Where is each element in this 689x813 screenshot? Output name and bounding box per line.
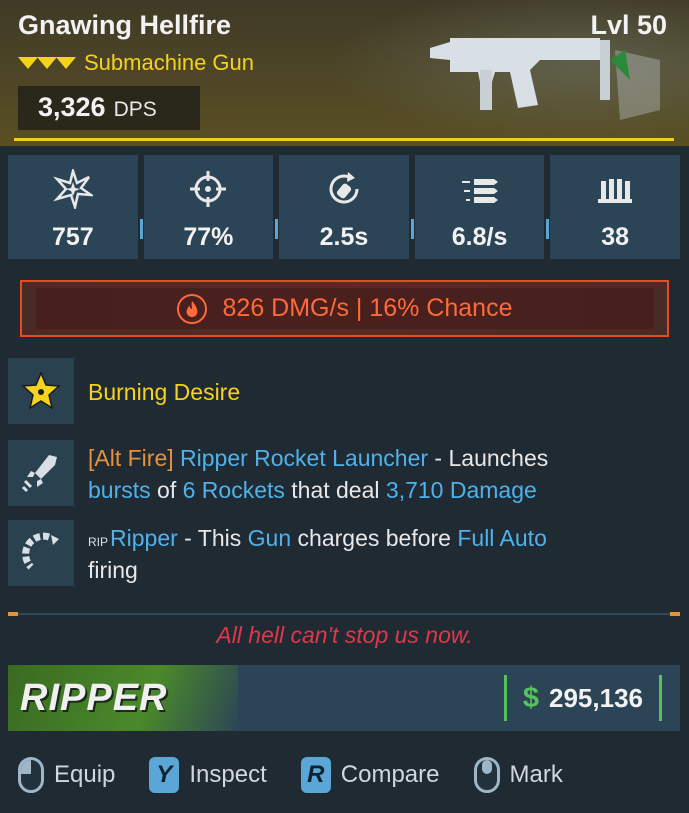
fire-element-icon [176, 293, 207, 324]
stat-magazine: 38 [550, 155, 680, 259]
perk-ripper-text: RIPRipper - This Gun charges before Full… [88, 522, 547, 586]
stat-accuracy: 77% [143, 155, 278, 259]
action-bar: Equip Y Inspect R Compare Mark [0, 745, 689, 805]
stats-row: 757 77% 2.5s 6.8/s 38 [8, 155, 680, 259]
manufacturer-name: RIPPER [20, 677, 168, 719]
dps-box: 3,326 DPS [18, 86, 200, 130]
stat-fire-rate-value: 6.8/s [451, 223, 508, 251]
inspect-action[interactable]: Y Inspect [149, 757, 267, 793]
perk3-text-c: firing [88, 557, 138, 584]
rocket-launcher-icon [8, 440, 74, 506]
compare-label: Compare [340, 761, 440, 788]
fire-rate-icon [461, 179, 498, 203]
rocket-damage-value: 3,710 Damage [385, 477, 537, 504]
left-mouse-icon [18, 757, 44, 793]
stat-fire-rate: 6.8/s [414, 155, 549, 259]
y-key-icon: Y [149, 757, 180, 793]
manufacturer-bar: RIPPER $ 295,136 [8, 665, 680, 731]
elemental-inner: 826 DMG/s | 16% Chance [36, 288, 653, 329]
stat-damage-value: 757 [51, 223, 94, 251]
bursts-term: bursts [88, 477, 151, 504]
weapon-image [430, 38, 660, 120]
price-value: 295,136 [549, 682, 643, 713]
perk-burning-desire: Burning Desire [8, 358, 240, 424]
section-divider [8, 612, 680, 616]
perk3-text-b: charges before [291, 525, 458, 551]
mark-action[interactable]: Mark [473, 757, 563, 793]
stat-magazine-value: 38 [601, 223, 630, 251]
ripper-term: Ripper [110, 525, 178, 551]
dps-value: 3,326 [38, 92, 106, 122]
r-key-icon: R [300, 757, 331, 793]
full-auto-term: Full Auto [457, 525, 547, 551]
perk-burning-desire-label: Burning Desire [88, 379, 241, 405]
ripper-brand-mini-icon: RIP [88, 535, 109, 549]
rarity-line [14, 138, 674, 141]
damage-burst-icon [52, 169, 93, 209]
dps-label: DPS [113, 98, 157, 121]
reload-icon [329, 172, 359, 204]
mark-label: Mark [509, 761, 563, 788]
perk-ripper: RIPRipper - This Gun charges before Full… [8, 520, 547, 586]
alt-fire-tag: [Alt Fire] [88, 445, 174, 471]
perk-alt-fire: [Alt Fire] Ripper Rocket Launcher - Laun… [8, 440, 548, 506]
equip-label: Equip [54, 761, 116, 788]
perk-alt-fire-text: [Alt Fire] Ripper Rocket Launcher - Laun… [88, 442, 548, 506]
middle-mouse-icon [473, 757, 500, 793]
item-name: Gnawing Hellfire [18, 10, 232, 40]
elemental-bar: 826 DMG/s | 16% Chance [20, 280, 669, 337]
perk2-text-c: that deal [284, 477, 386, 504]
magazine-icon [598, 179, 633, 203]
stat-damage: 757 [8, 155, 143, 259]
charge-arc-icon [8, 520, 74, 586]
equip-action[interactable]: Equip [18, 757, 115, 793]
rarity-row: Submachine Gun [18, 50, 254, 76]
item-header: Gnawing Hellfire Lvl 50 Submachine Gun 3… [0, 0, 689, 146]
rarity-chevrons-icon [18, 57, 76, 69]
flavor-text: All hell can't stop us now. [216, 622, 473, 648]
price-box: $ 295,136 [503, 675, 662, 721]
currency-icon: $ [522, 681, 540, 714]
stat-reload: 2.5s [279, 155, 414, 259]
inspect-label: Inspect [189, 761, 267, 788]
ripper-rocket-launcher-term: Ripper Rocket Launcher [173, 445, 429, 471]
weapon-type: Submachine Gun [84, 50, 254, 75]
elemental-text: 826 DMG/s | 16% Chance [222, 294, 513, 322]
stat-reload-value: 2.5s [319, 223, 369, 251]
perk2-text-b: of [150, 477, 183, 504]
crosshair-icon [190, 171, 227, 207]
rockets-count: 6 Rockets [182, 477, 285, 504]
perk2-text-a: - Launches [428, 445, 549, 471]
stat-accuracy-value: 77% [183, 223, 234, 251]
gun-term: Gun [247, 525, 292, 551]
star-badge-icon [8, 358, 74, 424]
compare-action[interactable]: R Compare [300, 757, 440, 793]
item-level: Lvl 50 [590, 10, 667, 40]
perk3-text-a: - This [177, 525, 248, 551]
